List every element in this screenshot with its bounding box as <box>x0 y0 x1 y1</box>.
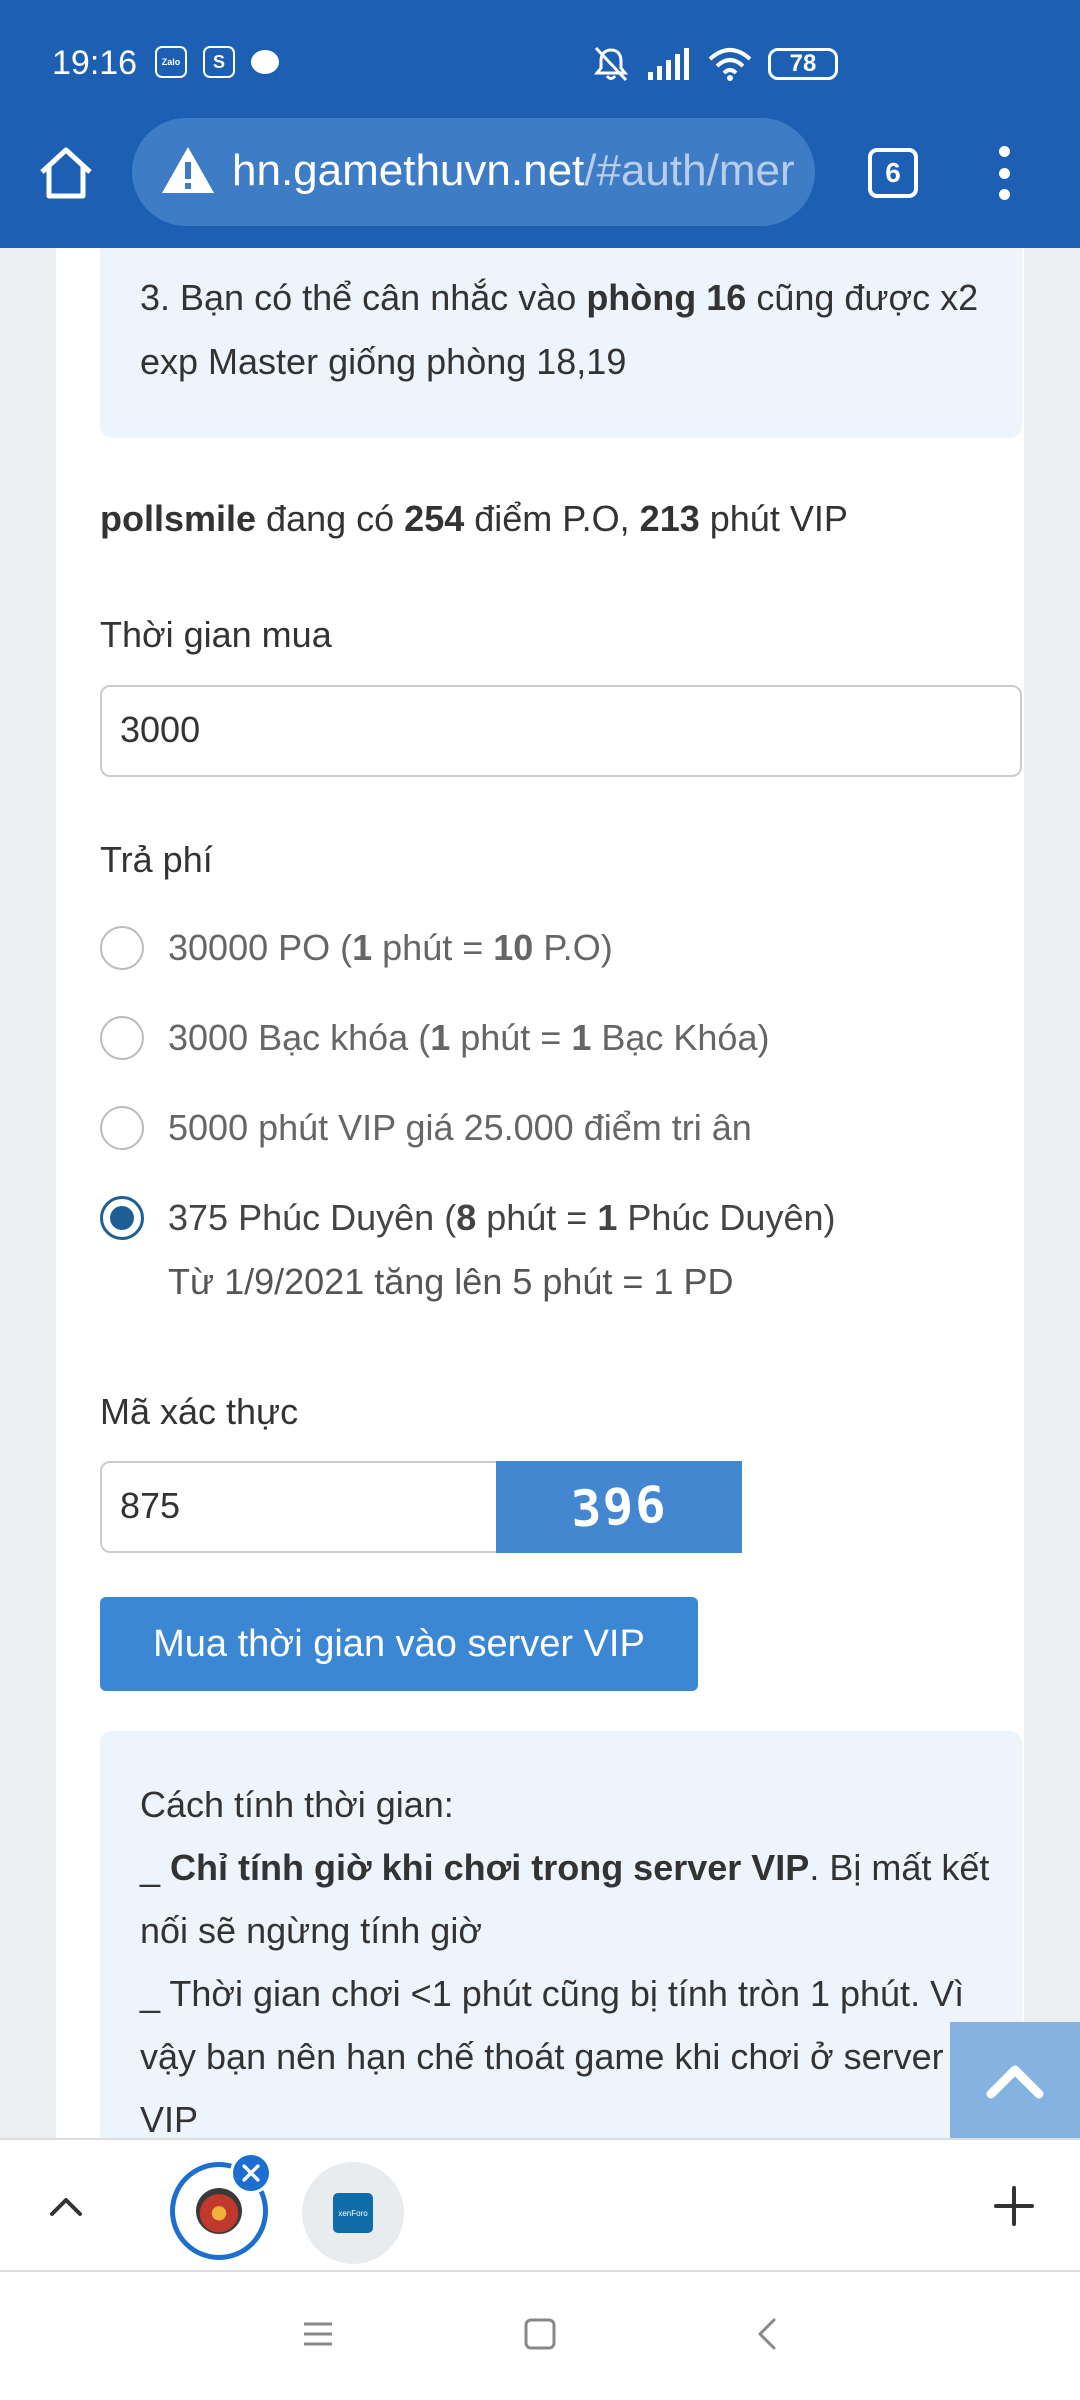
option-text: phút = <box>476 1197 598 1238</box>
home-nav-icon[interactable] <box>520 2314 560 2354</box>
option-text: Phúc Duyên) <box>617 1197 836 1238</box>
recent-apps-icon[interactable] <box>298 2314 338 2354</box>
shopee-icon: S <box>203 46 235 78</box>
info-line: _ Thời gian chơi <1 phút cũng bị tính tr… <box>140 1973 965 2140</box>
payment-option-bac-khoa[interactable]: 3000 Bạc khóa (1 phút = 1 Bạc Khóa) <box>100 1016 769 1060</box>
url-text: hn.gamethuvn.net/#auth/mer <box>232 146 795 196</box>
url-row: hn.gamethuvn.net/#auth/mer 6 <box>0 118 1080 228</box>
option-text: 30000 PO ( <box>168 927 353 968</box>
option-text: P.O) <box>533 927 613 968</box>
new-tab-icon[interactable] <box>992 2184 1036 2228</box>
page-content: 3. Bạn có thể cân nhắc vào phòng 16 cũng… <box>56 248 1024 2151</box>
warning-icon[interactable] <box>160 144 216 196</box>
notice-text: 3. Bạn có thể cân nhắc vào phòng 16 cũng… <box>140 266 980 394</box>
option-bold: 10 <box>493 927 534 968</box>
scroll-to-top-button[interactable] <box>950 2022 1080 2138</box>
notice-prefix: 3. Bạn có thể cân nhắc vào <box>140 277 587 318</box>
option-text: 375 Phúc Duyên ( <box>168 1197 457 1238</box>
status-time: 19:16 <box>52 44 138 82</box>
tab-switcher-button[interactable]: 6 <box>868 148 918 198</box>
payment-option-po[interactable]: 30000 PO (1 phút = 10 P.O) <box>100 926 613 970</box>
radio-button-checked[interactable] <box>100 1196 144 1240</box>
menu-icon[interactable] <box>994 146 1014 200</box>
url-path: /#auth/mer <box>584 146 795 195</box>
balance-text: đang có <box>256 498 405 539</box>
browser-toolbar: 19:16 Zalo S 78 hn.gamethuvn.net/#auth/m… <box>0 0 1080 248</box>
username: pollsmile <box>100 498 257 539</box>
account-balance: pollsmile đang có 254 điểm P.O, 213 phút… <box>100 498 848 540</box>
tab-strip: xenForo <box>0 2138 1080 2272</box>
messenger-icon <box>251 50 279 74</box>
time-label: Thời gian mua <box>100 614 332 655</box>
radio-button[interactable] <box>100 1106 144 1150</box>
captcha-image[interactable]: 396 <box>496 1461 742 1553</box>
payment-label: Trả phí <box>100 839 213 880</box>
option-note: Từ 1/9/2021 tăng lên 5 phút = 1 PD <box>168 1261 734 1302</box>
url-host: hn.gamethuvn.net <box>232 146 585 195</box>
option-text: Bạc Khóa) <box>591 1017 770 1058</box>
option-label: 3000 Bạc khóa (1 phút = 1 Bạc Khóa) <box>168 1018 769 1058</box>
option-bold: 1 <box>571 1017 592 1058</box>
option-bold: 8 <box>456 1197 477 1238</box>
notification-icons: Zalo S <box>155 46 279 78</box>
vip-minutes: 213 <box>639 498 700 539</box>
back-icon[interactable] <box>748 2314 788 2354</box>
notice-box: 3. Bạn có thể cân nhắc vào phòng 16 cũng… <box>100 248 1022 438</box>
captcha-label: Mã xác thực <box>100 1391 299 1432</box>
system-nav-bar <box>0 2272 1080 2400</box>
captcha-code: 396 <box>569 1475 669 1539</box>
option-label: 30000 PO (1 phút = 10 P.O) <box>168 928 613 968</box>
payment-option-phuc-duyen[interactable]: 375 Phúc Duyên (8 phút = 1 Phúc Duyên) Từ… <box>100 1196 835 1302</box>
info-text: Cách tính thời gian: _ Chỉ tính giờ khi … <box>140 1773 990 2151</box>
info-bold: Chỉ tính giờ khi chơi trong server VIP <box>170 1847 810 1888</box>
signal-icon <box>648 48 689 80</box>
time-input[interactable]: 3000 <box>100 685 1022 777</box>
expand-tabs-icon[interactable] <box>44 2184 88 2228</box>
info-bullet: _ <box>140 1847 171 1888</box>
tab-xenforo[interactable]: xenForo <box>302 2162 404 2264</box>
option-label: 5000 phút VIP giá 25.000 điểm tri ân <box>168 1107 752 1148</box>
chevron-up-icon <box>986 2065 1044 2099</box>
payment-option-vip[interactable]: 5000 phút VIP giá 25.000 điểm tri ân <box>100 1106 752 1150</box>
option-label: 375 Phúc Duyên (8 phút = 1 Phúc Duyên) Từ… <box>168 1198 835 1302</box>
option-text: phút = <box>372 927 494 968</box>
game-favicon-icon <box>196 2188 242 2234</box>
balance-text: điểm P.O, <box>464 498 640 539</box>
po-points: 254 <box>404 498 465 539</box>
status-bar: 19:16 Zalo S 78 <box>0 0 1080 120</box>
option-text: phút = <box>450 1017 572 1058</box>
option-bold: 1 <box>352 927 373 968</box>
home-icon[interactable] <box>34 140 98 204</box>
option-text: 3000 Bạc khóa ( <box>168 1017 431 1058</box>
close-tab-icon[interactable] <box>230 2152 272 2194</box>
option-bold: 1 <box>597 1197 618 1238</box>
option-bold: 1 <box>430 1017 451 1058</box>
buy-vip-time-button[interactable]: Mua thời gian vào server VIP <box>100 1597 698 1691</box>
info-title: Cách tính thời gian: <box>140 1784 454 1825</box>
mute-bell-icon <box>593 46 629 82</box>
zalo-icon: Zalo <box>155 46 187 78</box>
notice-bold: phòng 16 <box>586 277 747 318</box>
battery-indicator: 78 <box>768 48 838 80</box>
wifi-icon <box>708 48 752 81</box>
xenforo-favicon-icon: xenForo <box>333 2193 373 2233</box>
balance-text: phút VIP <box>699 498 848 539</box>
radio-button[interactable] <box>100 926 144 970</box>
radio-button[interactable] <box>100 1016 144 1060</box>
info-box: Cách tính thời gian: _ Chỉ tính giờ khi … <box>100 1731 1022 2151</box>
address-bar[interactable]: hn.gamethuvn.net/#auth/mer <box>132 118 815 226</box>
captcha-input[interactable]: 875 <box>100 1461 496 1553</box>
